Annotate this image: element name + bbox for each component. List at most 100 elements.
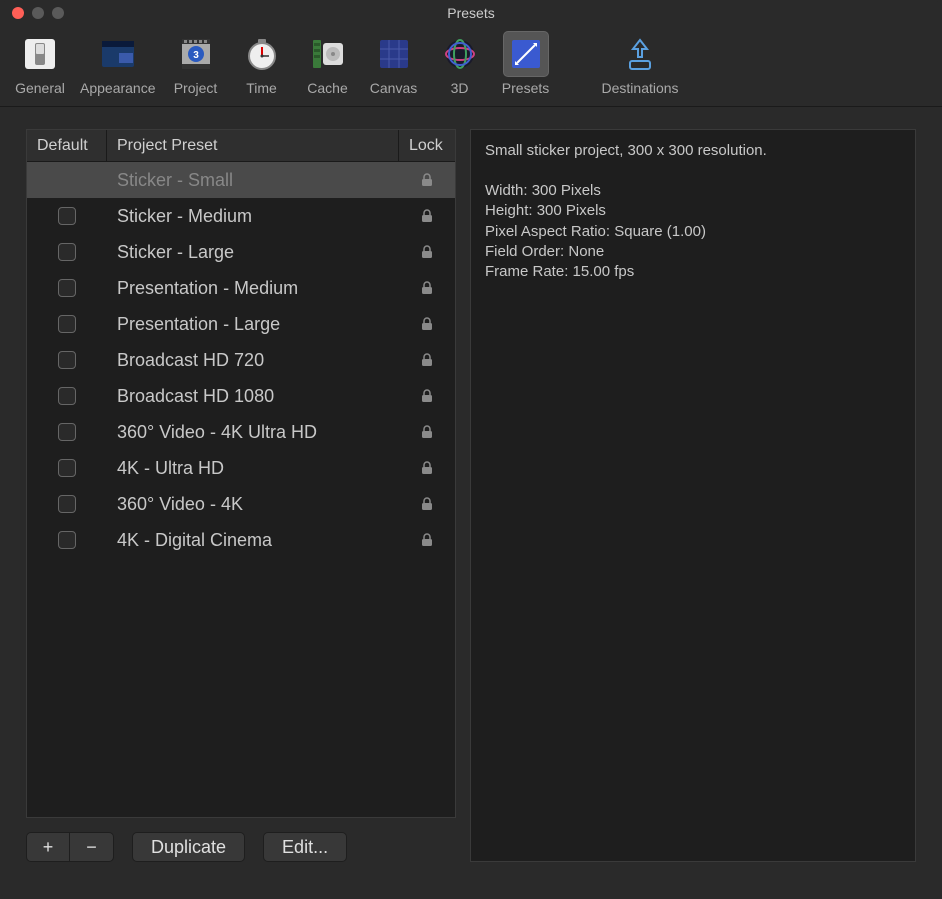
project-icon: 3: [174, 32, 218, 76]
table-body: Sticker - SmallSticker - MediumSticker -…: [27, 162, 455, 817]
toolbar-item-presets[interactable]: Presets: [496, 30, 556, 98]
preset-table: Default Project Preset Lock Sticker - Sm…: [26, 129, 456, 818]
toolbar-label: Cache: [307, 80, 347, 96]
table-row[interactable]: Broadcast HD 1080: [27, 378, 455, 414]
destinations-icon: [618, 32, 662, 76]
preset-description: Small sticker project, 300 x 300 resolut…: [485, 140, 901, 161]
lock-cell: [399, 414, 455, 450]
default-checkbox[interactable]: [58, 423, 76, 441]
appearance-icon: [96, 32, 140, 76]
preset-name: Sticker - Medium: [107, 198, 399, 234]
general-icon: [18, 32, 62, 76]
default-cell: [27, 198, 107, 234]
toolbar-label: Time: [246, 80, 277, 96]
default-checkbox[interactable]: [58, 495, 76, 513]
lock-icon: [421, 281, 433, 295]
toolbar-item-3d[interactable]: 3D: [430, 30, 490, 98]
toolbar: General Appearance: [0, 26, 942, 107]
canvas-icon: [372, 32, 416, 76]
width-row: Width: 300 Pixels: [485, 181, 901, 201]
default-checkbox[interactable]: [58, 351, 76, 369]
toolbar-item-time[interactable]: Time: [232, 30, 292, 98]
toolbar-label: 3D: [451, 80, 469, 96]
lock-icon: [421, 317, 433, 331]
frame-rate-label: Frame Rate:: [485, 263, 573, 280]
toolbar-item-destinations[interactable]: Destinations: [598, 30, 683, 98]
table-row[interactable]: Presentation - Medium: [27, 270, 455, 306]
toolbar-item-general[interactable]: General: [10, 30, 70, 98]
lock-cell: [399, 378, 455, 414]
toolbar-label: Presets: [502, 80, 549, 96]
default-checkbox[interactable]: [58, 531, 76, 549]
lock-cell: [399, 522, 455, 558]
frame-rate-value: 15.00 fps: [573, 263, 635, 280]
lock-icon: [421, 533, 433, 547]
preset-name: Presentation - Medium: [107, 270, 399, 306]
default-cell: [27, 306, 107, 342]
preferences-window: Presets General Appearance: [0, 0, 942, 899]
default-cell: [27, 414, 107, 450]
lock-icon: [421, 389, 433, 403]
details-panel: Small sticker project, 300 x 300 resolut…: [470, 129, 916, 862]
default-cell: [27, 234, 107, 270]
remove-button[interactable]: −: [70, 832, 114, 862]
maximize-button[interactable]: [52, 7, 64, 19]
table-row[interactable]: 360° Video - 4K Ultra HD: [27, 414, 455, 450]
column-header-lock[interactable]: Lock: [399, 130, 455, 161]
default-checkbox[interactable]: [58, 243, 76, 261]
width-value: 300 Pixels: [532, 182, 601, 199]
default-checkbox[interactable]: [58, 279, 76, 297]
field-order-label: Field Order:: [485, 243, 568, 260]
default-cell: [27, 450, 107, 486]
lock-cell: [399, 450, 455, 486]
default-cell: [27, 342, 107, 378]
toolbar-label: Canvas: [370, 80, 417, 96]
height-label: Height:: [485, 202, 537, 219]
height-value: 300 Pixels: [537, 202, 606, 219]
default-cell: [27, 378, 107, 414]
default-checkbox[interactable]: [58, 387, 76, 405]
close-button[interactable]: [12, 7, 24, 19]
toolbar-item-canvas[interactable]: Canvas: [364, 30, 424, 98]
table-row[interactable]: Presentation - Large: [27, 306, 455, 342]
table-row[interactable]: 4K - Ultra HD: [27, 450, 455, 486]
table-row[interactable]: Sticker - Large: [27, 234, 455, 270]
lock-icon: [421, 353, 433, 367]
par-label: Pixel Aspect Ratio:: [485, 223, 614, 240]
table-row[interactable]: Broadcast HD 720: [27, 342, 455, 378]
preset-properties: Width: 300 Pixels Height: 300 Pixels Pix…: [485, 181, 901, 282]
table-row[interactable]: Sticker - Small: [27, 162, 455, 198]
toolbar-label: Project: [174, 80, 218, 96]
column-header-default[interactable]: Default: [27, 130, 107, 161]
lock-icon: [421, 425, 433, 439]
action-bar: + − Duplicate Edit...: [26, 832, 456, 862]
left-panel: Default Project Preset Lock Sticker - Sm…: [26, 129, 456, 862]
preset-name: 4K - Ultra HD: [107, 450, 399, 486]
cache-icon: [306, 32, 350, 76]
table-row[interactable]: Sticker - Medium: [27, 198, 455, 234]
toolbar-item-appearance[interactable]: Appearance: [76, 30, 160, 98]
preset-name: Sticker - Large: [107, 234, 399, 270]
toolbar-item-cache[interactable]: Cache: [298, 30, 358, 98]
duplicate-button[interactable]: Duplicate: [132, 832, 245, 862]
default-checkbox[interactable]: [58, 315, 76, 333]
minimize-button[interactable]: [32, 7, 44, 19]
time-icon: [240, 32, 284, 76]
edit-button[interactable]: Edit...: [263, 832, 347, 862]
preset-name: 360° Video - 4K: [107, 486, 399, 522]
preset-name: 4K - Digital Cinema: [107, 522, 399, 558]
toolbar-item-project[interactable]: 3 Project: [166, 30, 226, 98]
lock-cell: [399, 234, 455, 270]
preset-name: Broadcast HD 1080: [107, 378, 399, 414]
default-checkbox[interactable]: [58, 207, 76, 225]
add-button[interactable]: +: [26, 832, 70, 862]
width-label: Width:: [485, 182, 532, 199]
preset-name: 360° Video - 4K Ultra HD: [107, 414, 399, 450]
default-checkbox[interactable]: [58, 459, 76, 477]
traffic-lights: [12, 7, 64, 19]
lock-cell: [399, 306, 455, 342]
column-header-preset[interactable]: Project Preset: [107, 130, 399, 161]
table-row[interactable]: 4K - Digital Cinema: [27, 522, 455, 558]
field-order-row: Field Order: None: [485, 242, 901, 262]
table-row[interactable]: 360° Video - 4K: [27, 486, 455, 522]
